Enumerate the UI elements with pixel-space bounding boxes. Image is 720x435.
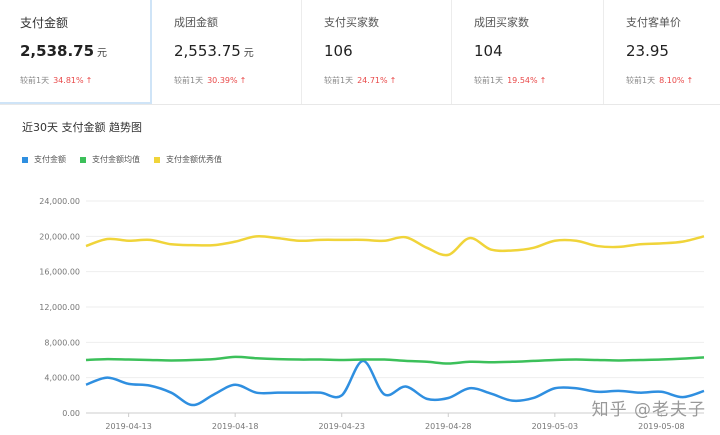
metric-number: 23.95	[626, 42, 669, 60]
x-tick-label: 2019-04-23	[318, 422, 365, 431]
comparison-percent: 30.39%	[207, 76, 238, 85]
chart-title: 近30天 支付金额 趋势图	[22, 121, 142, 134]
x-tick-label: 2019-04-13	[105, 422, 152, 431]
series-line-payment-average	[85, 355, 705, 365]
metric-comparison: 较前1天 30.39% ↑	[174, 75, 301, 86]
metric-unit: 元	[97, 48, 108, 59]
metric-card-avg-order-value[interactable]: 支付客单价 23.95 较前1天 8.10% ↑	[604, 0, 720, 104]
y-tick-label: 4,000.00	[44, 374, 80, 383]
comparison-label: 较前1天	[20, 76, 50, 85]
metric-value: 23.95	[626, 42, 720, 62]
metric-value: 2,553.75 元	[174, 42, 301, 62]
metric-label: 支付买家数	[324, 16, 379, 29]
y-tick-label: 12,000.00	[39, 303, 80, 312]
comparison-label: 较前1天	[474, 76, 504, 85]
comparison-label: 较前1天	[174, 76, 204, 85]
legend-swatch	[22, 156, 28, 163]
comparison-label: 较前1天	[626, 76, 656, 85]
legend-item-payment-excellent[interactable]: 支付金额优秀值	[154, 154, 222, 165]
legend-swatch	[154, 156, 160, 163]
legend-item-payment-amount[interactable]: 支付金额	[22, 154, 66, 165]
metric-number: 104	[474, 42, 503, 60]
y-tick-label: 24,000.00	[39, 197, 80, 206]
comparison-percent: 24.71%	[357, 76, 388, 85]
chart-legend: 支付金额 支付金额均值 支付金额优秀值	[22, 154, 222, 165]
metric-card-paying-buyers[interactable]: 支付买家数 106 较前1天 24.71% ↑	[302, 0, 452, 104]
y-tick-label: 16,000.00	[39, 268, 80, 277]
metric-label: 支付金额	[20, 16, 69, 30]
x-tick-label: 2019-04-18	[212, 422, 259, 431]
metric-card-payment-amount[interactable]: 支付金额 2,538.75 元 较前1天 34.81% ↑	[0, 0, 152, 104]
up-arrow-icon: ↑	[389, 76, 397, 85]
metric-card-group-buyers[interactable]: 成团买家数 104 较前1天 19.54% ↑	[452, 0, 604, 104]
x-tick-label: 2019-05-08	[638, 422, 685, 431]
comparison-percent: 8.10%	[659, 76, 685, 85]
metric-label: 成团金额	[174, 16, 218, 29]
series-line-payment-excellent	[85, 234, 705, 257]
y-tick-label: 20,000.00	[39, 232, 80, 241]
up-arrow-icon: ↑	[85, 76, 93, 85]
x-tick-label: 2019-05-03	[532, 422, 579, 431]
metric-comparison: 较前1天 34.81% ↑	[20, 75, 150, 86]
metric-value: 2,538.75 元	[20, 42, 150, 62]
metric-label: 成团买家数	[474, 16, 529, 29]
comparison-percent: 19.54%	[507, 76, 538, 85]
up-arrow-icon: ↑	[539, 76, 547, 85]
up-arrow-icon: ↑	[239, 76, 247, 85]
metric-comparison: 较前1天 8.10% ↑	[626, 75, 720, 86]
legend-item-payment-average[interactable]: 支付金额均值	[80, 154, 140, 165]
metric-comparison: 较前1天 24.71% ↑	[324, 75, 451, 86]
y-tick-label: 8,000.00	[44, 338, 80, 347]
legend-label: 支付金额均值	[92, 155, 140, 164]
metric-cards: 支付金额 2,538.75 元 较前1天 34.81% ↑ 成团金额 2,553.75…	[0, 0, 720, 105]
metric-card-group-amount[interactable]: 成团金额 2,553.75 元 较前1天 30.39% ↑	[152, 0, 302, 104]
metric-number: 2,553.75	[174, 42, 241, 60]
metric-number: 106	[324, 42, 353, 60]
y-tick-label: 0.00	[62, 409, 80, 418]
legend-label: 支付金额优秀值	[166, 155, 222, 164]
metric-value: 104	[474, 42, 603, 62]
legend-label: 支付金额	[34, 155, 66, 164]
up-arrow-icon: ↑	[686, 76, 694, 85]
watermark: 知乎 @老夫子	[591, 400, 706, 420]
x-tick-label: 2019-04-28	[425, 422, 472, 431]
metric-unit: 元	[243, 48, 254, 59]
metric-label: 支付客单价	[626, 16, 681, 29]
legend-swatch	[80, 156, 86, 163]
metric-value: 106	[324, 42, 451, 62]
metric-number: 2,538.75	[20, 42, 95, 60]
comparison-label: 较前1天	[324, 76, 354, 85]
metric-comparison: 较前1天 19.54% ↑	[474, 75, 603, 86]
comparison-percent: 34.81%	[53, 76, 84, 85]
